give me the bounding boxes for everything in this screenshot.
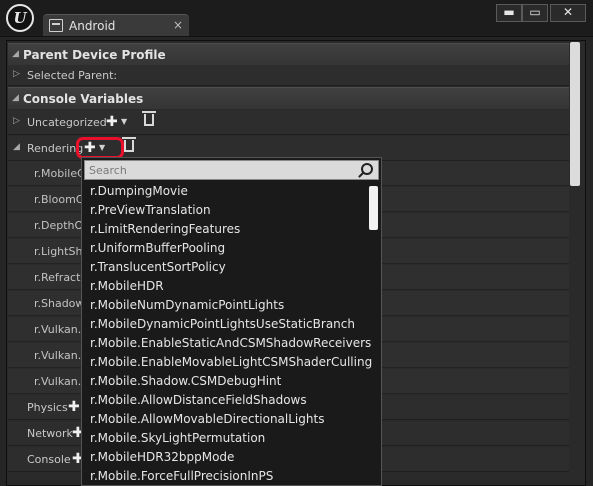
search-icon[interactable] bbox=[361, 163, 373, 175]
trash-icon[interactable] bbox=[122, 137, 136, 152]
cvar-name: r.Vulkan.I bbox=[34, 375, 85, 388]
section-title: Parent Device Profile bbox=[23, 48, 166, 62]
tab-close-icon[interactable]: × bbox=[173, 18, 183, 32]
selected-parent-row[interactable]: ▷ Selected Parent: bbox=[8, 65, 569, 86]
rendering-label: Rendering bbox=[27, 142, 84, 155]
cvar-name: r.DepthOf bbox=[34, 219, 86, 232]
tab-label: Android bbox=[69, 19, 116, 33]
list-item[interactable]: r.MobileHDR32bppMode bbox=[90, 450, 370, 469]
dropdown-scrollbar[interactable] bbox=[369, 186, 378, 230]
list-item[interactable]: r.MobileHDR bbox=[90, 279, 370, 298]
list-item[interactable]: r.TranslucentSortPolicy bbox=[90, 260, 370, 279]
console-label: Console bbox=[27, 453, 71, 466]
collapse-arrow-icon: ◢ bbox=[12, 93, 19, 103]
device-icon bbox=[49, 19, 63, 32]
cvar-name: r.Refracti bbox=[34, 271, 84, 284]
section-title: Console Variables bbox=[23, 92, 144, 106]
list-item[interactable]: r.MobileDynamicPointLightsUseStaticBranc… bbox=[90, 317, 370, 336]
collapse-arrow-icon: ◢ bbox=[13, 142, 20, 152]
add-variable-button[interactable]: ✚ bbox=[68, 399, 80, 415]
list-item[interactable]: r.UniformBufferPooling bbox=[90, 241, 370, 260]
cvar-name: r.Vulkan.I bbox=[34, 349, 85, 362]
expand-arrow-icon: ▷ bbox=[13, 116, 20, 126]
list-item[interactable]: r.Mobile.ForceFullPrecisionInPS bbox=[90, 469, 370, 485]
selected-parent-label: Selected Parent: bbox=[27, 69, 118, 82]
cvar-name: r.MobileC bbox=[34, 167, 85, 180]
list-item[interactable]: r.Mobile.EnableMovableLightCSMShaderCull… bbox=[90, 355, 372, 374]
cvar-name: r.BloomQ bbox=[34, 193, 85, 206]
list-item[interactable]: r.LimitRenderingFeatures bbox=[90, 222, 370, 241]
list-item[interactable]: r.Mobile.SkyLightPermutation bbox=[90, 431, 370, 450]
cvar-name: r.Vulkan.I bbox=[34, 323, 85, 336]
list-item[interactable]: r.DumpingMovie bbox=[90, 184, 370, 203]
panel-scrollbar[interactable] bbox=[570, 42, 580, 186]
close-button[interactable]: ✕ bbox=[550, 4, 586, 22]
search-box bbox=[84, 160, 379, 180]
expand-arrow-icon: ▷ bbox=[13, 69, 20, 79]
add-variable-button[interactable]: ✚ bbox=[106, 114, 118, 130]
uncategorized-label: Uncategorized bbox=[27, 116, 107, 129]
list-item[interactable]: r.Mobile.Shadow.CSMDebugHint bbox=[90, 374, 370, 393]
unreal-logo-icon: U bbox=[6, 4, 34, 32]
search-input[interactable] bbox=[89, 162, 359, 178]
cvar-name: r.LightSh bbox=[34, 245, 83, 258]
network-label: Network bbox=[27, 427, 73, 440]
list-item[interactable]: r.Mobile.EnableStaticAndCSMShadowReceive… bbox=[90, 336, 371, 355]
chevron-down-icon[interactable]: ▼ bbox=[121, 117, 127, 126]
cvar-name: r.Shadow bbox=[34, 297, 85, 310]
physics-label: Physics bbox=[27, 401, 68, 414]
trash-icon[interactable] bbox=[142, 111, 156, 126]
list-item[interactable]: r.PreViewTranslation bbox=[90, 203, 370, 222]
list-item[interactable]: r.MobileNumDynamicPointLights bbox=[90, 298, 370, 317]
uncategorized-row[interactable]: ▷ Uncategorized ✚ ▼ bbox=[8, 110, 569, 135]
cvar-dropdown: r.DumpingMovie r.PreViewTranslation r.Li… bbox=[81, 157, 382, 486]
parent-device-profile-header[interactable]: ◢ Parent Device Profile bbox=[8, 43, 569, 65]
tab-android[interactable]: Android × bbox=[43, 14, 189, 36]
list-item[interactable]: r.Mobile.AllowDistanceFieldShadows bbox=[90, 393, 370, 412]
maximize-button[interactable]: ▭ bbox=[522, 4, 548, 22]
title-bar: U Android × ▬ ▭ ✕ bbox=[0, 0, 593, 36]
console-variables-header[interactable]: ◢ Console Variables bbox=[8, 87, 569, 109]
highlight-box bbox=[76, 137, 124, 159]
minimize-button[interactable]: ▬ bbox=[496, 4, 522, 22]
list-item[interactable]: r.Mobile.AllowMovableDirectionalLights bbox=[90, 412, 370, 431]
collapse-arrow-icon: ◢ bbox=[12, 49, 19, 59]
